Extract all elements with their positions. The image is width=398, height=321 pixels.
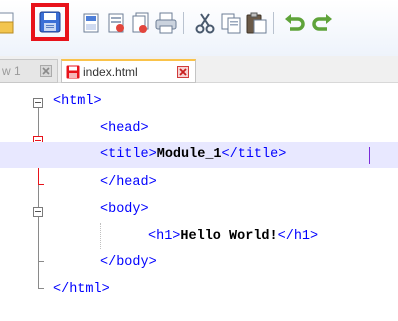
close-tab-icon[interactable] bbox=[40, 65, 52, 77]
code-tag: </html> bbox=[53, 282, 110, 297]
close-file-icon[interactable] bbox=[103, 10, 129, 36]
code-editor[interactable]: <html> <head> <title>Module_1</title> </… bbox=[0, 83, 398, 321]
save-all-icon[interactable] bbox=[78, 10, 104, 36]
code-line[interactable]: </html> bbox=[0, 277, 398, 303]
code-tag: </head> bbox=[100, 175, 157, 190]
code-line[interactable]: <h1>Hello World!</h1> bbox=[0, 224, 398, 250]
paste-icon[interactable] bbox=[244, 10, 270, 36]
code-line[interactable]: <body> bbox=[0, 197, 398, 223]
tab-label: index.html bbox=[83, 64, 138, 79]
tab-index-html[interactable]: index.html bbox=[61, 59, 196, 83]
copy-icon[interactable] bbox=[218, 10, 244, 36]
print-icon[interactable] bbox=[153, 10, 179, 36]
code-tag: <title> bbox=[100, 147, 157, 162]
toolbar-separator bbox=[273, 12, 274, 34]
code-tag: </title> bbox=[221, 147, 287, 162]
code-line[interactable]: </body> bbox=[0, 250, 398, 276]
code-line[interactable]: </head> bbox=[0, 170, 398, 196]
toolbar-separator bbox=[183, 12, 184, 34]
close-all-icon[interactable] bbox=[128, 10, 154, 36]
code-tag: </h1> bbox=[277, 229, 319, 244]
code-tag: <body> bbox=[100, 202, 149, 217]
unsaved-file-icon bbox=[66, 65, 80, 78]
new-file-icon[interactable] bbox=[0, 10, 18, 36]
code-line[interactable]: <html> bbox=[0, 89, 398, 115]
cut-icon[interactable] bbox=[192, 10, 218, 36]
code-text: Module_1 bbox=[156, 147, 222, 162]
undo-icon[interactable] bbox=[282, 10, 308, 36]
tab-new-1[interactable]: w 1 bbox=[0, 59, 58, 83]
code-tag: </body> bbox=[100, 255, 157, 270]
code-tag: <head> bbox=[100, 121, 149, 136]
code-tag: <h1> bbox=[148, 229, 181, 244]
code-line-current[interactable]: <title>Module_1</title> bbox=[0, 142, 398, 168]
code-line[interactable]: <head> bbox=[0, 116, 398, 142]
tab-label: w 1 bbox=[2, 64, 21, 78]
code-text: Hello World! bbox=[180, 229, 278, 244]
close-tab-icon[interactable] bbox=[177, 66, 189, 78]
save-highlight-frame bbox=[31, 3, 69, 41]
text-caret bbox=[369, 147, 370, 164]
redo-icon[interactable] bbox=[309, 10, 335, 36]
code-tag: <html> bbox=[53, 94, 102, 109]
toolbar bbox=[0, 0, 398, 56]
tab-bar: w 1 index.html bbox=[0, 56, 398, 83]
